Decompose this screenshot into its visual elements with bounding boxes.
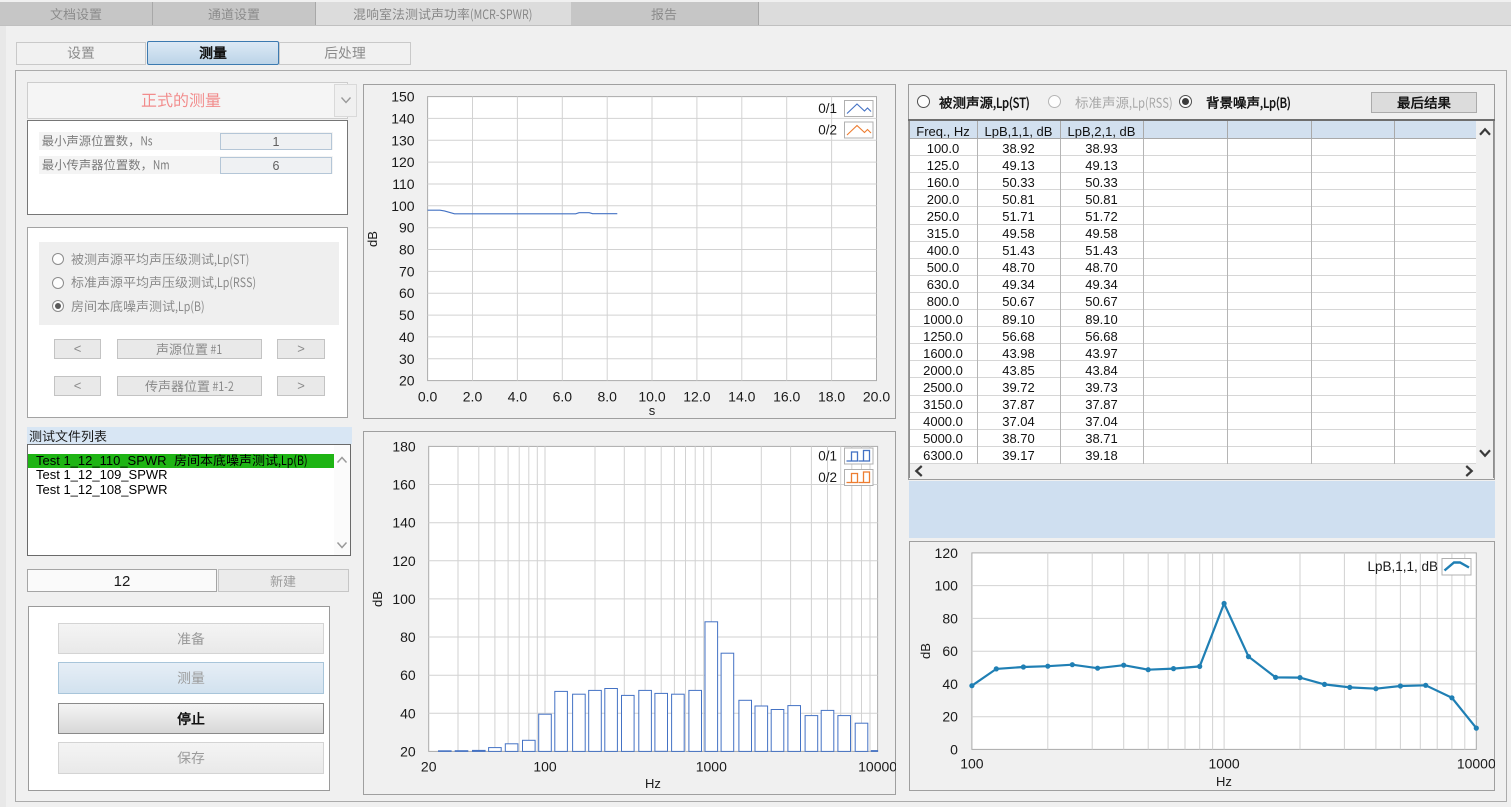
svg-text:140: 140 bbox=[391, 110, 415, 126]
svg-text:14.0: 14.0 bbox=[728, 389, 755, 405]
svg-text:40: 40 bbox=[942, 676, 958, 692]
svg-text:60: 60 bbox=[400, 667, 416, 683]
svg-text:140: 140 bbox=[392, 515, 416, 531]
svg-text:0: 0 bbox=[950, 741, 958, 757]
svg-text:80: 80 bbox=[399, 242, 415, 258]
svg-text:40: 40 bbox=[399, 329, 415, 345]
svg-text:20: 20 bbox=[942, 709, 958, 725]
svg-text:120: 120 bbox=[391, 154, 415, 170]
svg-text:2.0: 2.0 bbox=[463, 389, 483, 405]
svg-text:90: 90 bbox=[399, 220, 415, 236]
svg-text:180: 180 bbox=[392, 438, 416, 454]
svg-text:dB: dB bbox=[365, 231, 380, 247]
svg-text:1000: 1000 bbox=[1209, 755, 1240, 771]
svg-text:0/1: 0/1 bbox=[818, 101, 837, 116]
svg-text:Hz: Hz bbox=[1216, 774, 1232, 789]
svg-text:20: 20 bbox=[399, 373, 415, 389]
svg-text:0/2: 0/2 bbox=[818, 470, 837, 485]
svg-text:8.0: 8.0 bbox=[597, 389, 617, 405]
svg-text:10000: 10000 bbox=[858, 758, 896, 774]
svg-text:s: s bbox=[649, 403, 656, 418]
svg-text:80: 80 bbox=[400, 629, 416, 645]
svg-text:100: 100 bbox=[960, 755, 984, 771]
svg-text:110: 110 bbox=[392, 176, 415, 192]
svg-text:4.0: 4.0 bbox=[508, 389, 528, 405]
svg-text:130: 130 bbox=[391, 132, 415, 148]
svg-text:1000: 1000 bbox=[696, 758, 727, 774]
svg-text:Hz: Hz bbox=[645, 776, 661, 791]
svg-text:100: 100 bbox=[533, 758, 557, 774]
svg-text:18.0: 18.0 bbox=[818, 389, 845, 405]
svg-text:70: 70 bbox=[399, 263, 415, 279]
svg-text:20.0: 20.0 bbox=[863, 389, 890, 405]
svg-text:0.0: 0.0 bbox=[418, 389, 438, 405]
svg-text:100: 100 bbox=[935, 578, 959, 594]
svg-text:160: 160 bbox=[392, 477, 416, 493]
svg-text:0/1: 0/1 bbox=[818, 449, 837, 464]
svg-text:80: 80 bbox=[942, 610, 958, 626]
svg-text:dB: dB bbox=[370, 591, 385, 607]
svg-text:20: 20 bbox=[400, 743, 416, 759]
svg-text:LpB,1,1, dB: LpB,1,1, dB bbox=[1367, 559, 1438, 574]
svg-text:20: 20 bbox=[421, 758, 437, 774]
svg-text:120: 120 bbox=[392, 553, 416, 569]
svg-text:50: 50 bbox=[399, 307, 415, 323]
svg-text:150: 150 bbox=[391, 89, 415, 105]
svg-text:100: 100 bbox=[391, 198, 415, 214]
svg-text:10000: 10000 bbox=[1457, 755, 1495, 771]
svg-text:6.0: 6.0 bbox=[553, 389, 573, 405]
svg-text:60: 60 bbox=[942, 643, 958, 659]
svg-text:30: 30 bbox=[399, 351, 415, 367]
svg-text:0/2: 0/2 bbox=[818, 123, 837, 138]
svg-text:dB: dB bbox=[918, 643, 933, 659]
svg-text:100: 100 bbox=[392, 591, 416, 607]
svg-text:120: 120 bbox=[935, 545, 959, 561]
svg-text:60: 60 bbox=[399, 285, 415, 301]
svg-text:16.0: 16.0 bbox=[773, 389, 800, 405]
svg-text:12.0: 12.0 bbox=[683, 389, 710, 405]
svg-text:40: 40 bbox=[400, 705, 416, 721]
